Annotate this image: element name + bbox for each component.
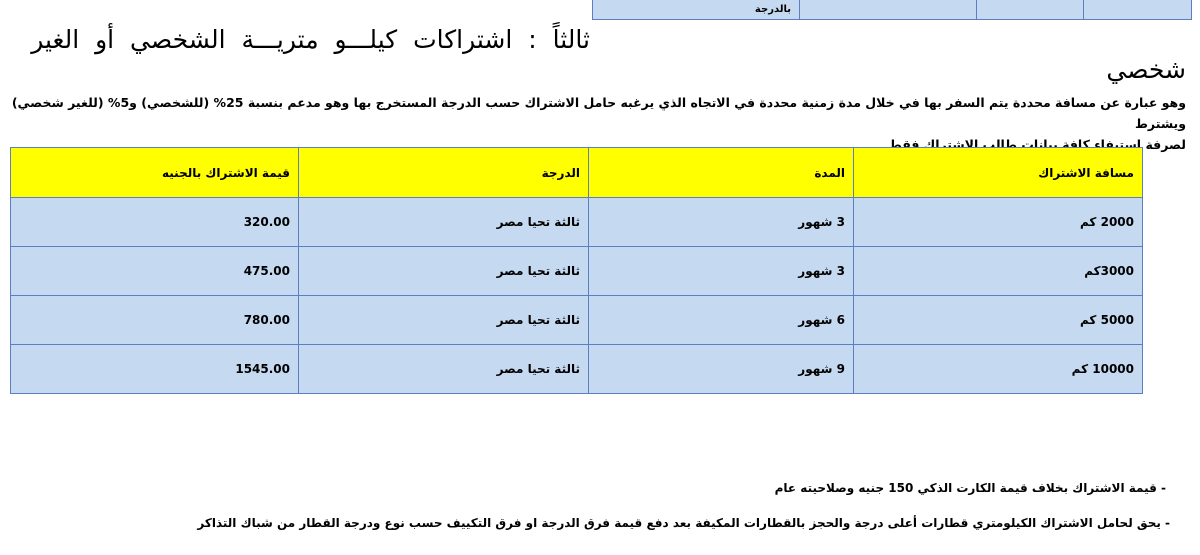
section-heading-continued: شخصي [1106,55,1186,84]
cell-price: 475.00 [10,246,299,296]
section-heading: ثالثاً : اشتراكات كيلـــو متريـــة الشخص… [31,25,590,54]
header-duration: المدة [588,147,854,198]
cell-duration: 9 شهور [588,344,854,394]
note-upgrade: - يحق لحامل الاشتراك الكيلومتري قطارات أ… [197,516,1170,530]
table-row: 2000 كم 3 شهور ثالثة تحيا مصر 320.00 [10,197,1143,247]
prev-table-cell-empty [976,0,1084,20]
cell-distance: 5000 كم [853,295,1143,345]
cell-price: 780.00 [10,295,299,345]
table-header-row: مسافة الاشتراك المدة الدرجة قيمة الاشترا… [10,147,1143,198]
cell-duration: 6 شهور [588,295,854,345]
note-smart-card: - قيمة الاشتراك بخلاف قيمة الكارت الذكي … [774,481,1166,495]
prev-table-cell-empty [1083,0,1192,20]
cell-distance: 3000كم [853,246,1143,296]
header-class: الدرجة [298,147,589,198]
previous-table-fragment: بالدرجة [592,0,1192,20]
cell-class: ثالثة تحيا مصر [298,197,589,247]
header-price: قيمة الاشتراك بالجنيه [10,147,299,198]
cell-class: ثالثة تحيا مصر [298,295,589,345]
cell-class: ثالثة تحيا مصر [298,344,589,394]
intro-paragraph: وهو عبارة عن مسافة محددة يتم السفر بها ف… [6,92,1186,155]
table-row: 5000 كم 6 شهور ثالثة تحيا مصر 780.00 [10,295,1143,345]
subscription-table: مسافة الاشتراك المدة الدرجة قيمة الاشترا… [10,147,1143,394]
cell-duration: 3 شهور [588,246,854,296]
table-row: 10000 كم 9 شهور ثالثة تحيا مصر 1545.00 [10,344,1143,394]
table-row: 3000كم 3 شهور ثالثة تحيا مصر 475.00 [10,246,1143,296]
prev-table-cell: بالدرجة [592,0,800,20]
cell-class: ثالثة تحيا مصر [298,246,589,296]
intro-line-1: وهو عبارة عن مسافة محددة يتم السفر بها ف… [11,95,1186,131]
cell-distance: 2000 كم [853,197,1143,247]
prev-table-cell-empty [799,0,977,20]
cell-price: 1545.00 [10,344,299,394]
cell-price: 320.00 [10,197,299,247]
cell-distance: 10000 كم [853,344,1143,394]
header-distance: مسافة الاشتراك [853,147,1143,198]
cell-duration: 3 شهور [588,197,854,247]
